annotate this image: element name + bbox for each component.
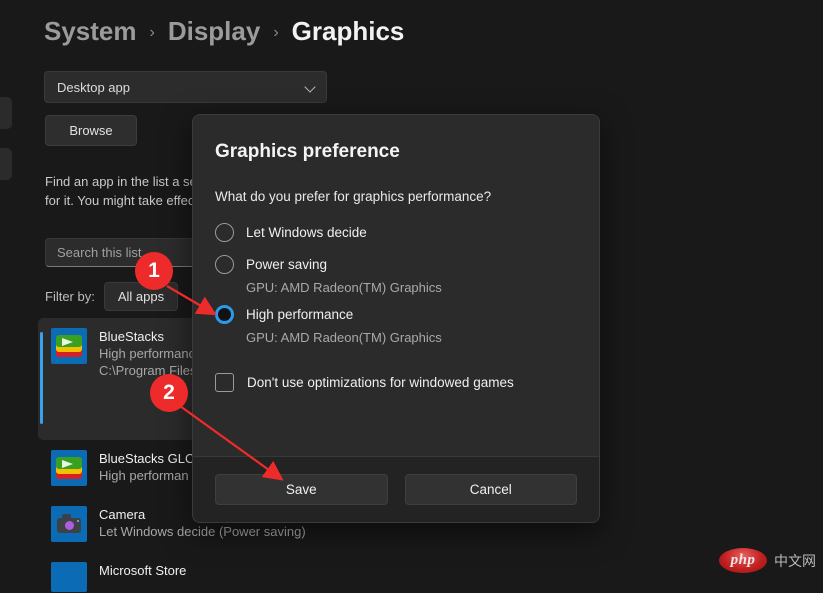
app-type-dropdown-value: Desktop app [57, 79, 130, 95]
dialog-title: Graphics preference [215, 141, 400, 162]
dialog-body: Graphics preference What do you prefer f… [193, 115, 599, 456]
watermark: php 中文网 [719, 548, 816, 573]
save-button-label: Save [285, 482, 317, 497]
annotation-badge-2: 2 [150, 374, 188, 412]
filter-label: Filter by: [45, 289, 95, 304]
radio-label: High performance [246, 307, 354, 322]
radio-option-power-saving[interactable]: Power saving [215, 251, 577, 278]
app-name: BlueStacks [99, 329, 165, 344]
browse-button-label: Browse [69, 123, 113, 138]
checkbox-label: Don't use optimizations for windowed gam… [247, 375, 514, 390]
radio-label: Let Windows decide [246, 225, 367, 240]
watermark-text: 中文网 [774, 552, 816, 569]
app-preference: Let Windows decide (Power saving) [99, 524, 306, 539]
annotation-badge-1-number: 1 [148, 259, 160, 282]
app-name: BlueStacks GLCl [99, 451, 198, 466]
app-preference: High performance [99, 346, 203, 361]
app-preference: High performan [99, 468, 189, 483]
checkbox-icon[interactable] [215, 373, 234, 392]
radio-label: Power saving [246, 257, 328, 272]
app-name: Microsoft Store [99, 563, 187, 578]
app-path: C:\Program Files [99, 363, 197, 378]
graphics-preference-radio-group: Let Windows decide Power saving GPU: AMD… [215, 219, 577, 345]
radio-icon[interactable] [215, 255, 234, 274]
store-icon [51, 562, 87, 592]
sidebar-edge-chip-2[interactable] [0, 148, 12, 180]
radio-option-let-windows-decide[interactable]: Let Windows decide [215, 219, 577, 246]
chevron-down-icon [305, 82, 316, 93]
save-button[interactable]: Save [215, 474, 388, 505]
filter-dropdown[interactable]: All apps [103, 282, 179, 311]
radio-icon[interactable] [215, 223, 234, 242]
php-logo-icon: php [719, 548, 767, 573]
gpu-note-power-saving: GPU: AMD Radeon(TM) Graphics [246, 280, 442, 295]
bluestacks-icon [51, 450, 87, 486]
bluestacks-icon [51, 328, 87, 364]
browse-button[interactable]: Browse [45, 115, 137, 146]
windowed-games-checkbox-row[interactable]: Don't use optimizations for windowed gam… [215, 373, 577, 392]
breadcrumb: System › Display › Graphics [44, 16, 404, 47]
cancel-button[interactable]: Cancel [404, 474, 577, 505]
breadcrumb-item-graphics: Graphics [291, 16, 405, 46]
camera-icon [51, 506, 87, 542]
cancel-button-label: Cancel [469, 482, 512, 497]
dialog-footer: Save Cancel [193, 456, 599, 522]
radio-option-high-performance[interactable]: High performance [215, 301, 577, 328]
annotation-badge-1: 1 [135, 252, 173, 290]
list-item[interactable]: Microsoft Store [38, 552, 368, 593]
breadcrumb-separator-icon: › [149, 23, 155, 41]
gpu-note-high-performance: GPU: AMD Radeon(TM) Graphics [246, 330, 442, 345]
breadcrumb-item-system[interactable]: System [44, 16, 137, 47]
breadcrumb-separator-icon: › [273, 23, 279, 41]
filter-dropdown-value: All apps [117, 289, 165, 304]
breadcrumb-item-display[interactable]: Display [168, 16, 261, 47]
graphics-preference-dialog: Graphics preference What do you prefer f… [192, 114, 600, 523]
settings-page: System › Display › Graphics Desktop app … [0, 0, 823, 593]
search-placeholder: Search this list [57, 245, 142, 260]
selection-indicator [40, 332, 43, 424]
sidebar-edge-chip-1[interactable] [0, 97, 12, 129]
app-type-dropdown[interactable]: Desktop app [44, 71, 327, 103]
annotation-badge-2-number: 2 [163, 381, 175, 404]
radio-icon-selected[interactable] [215, 305, 234, 324]
dialog-question: What do you prefer for graphics performa… [215, 189, 492, 204]
